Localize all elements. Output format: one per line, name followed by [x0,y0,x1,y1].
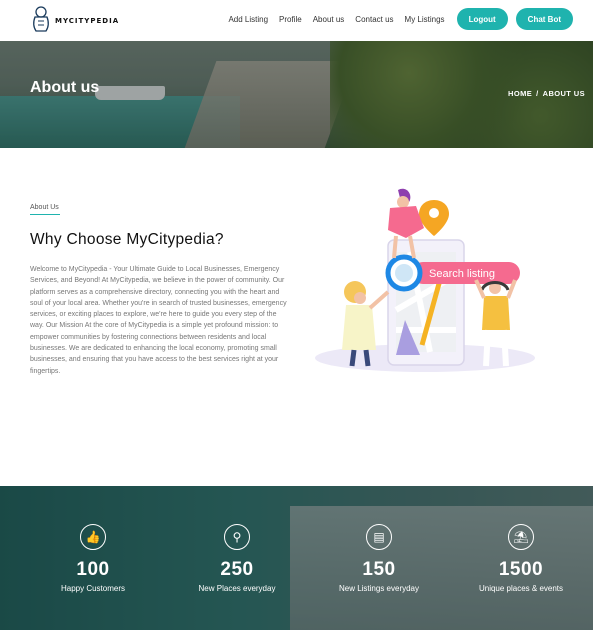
section-label-underline [30,214,60,215]
palm-tree-icon: ⛱ [508,524,534,550]
map-pin-icon: ⚲ [224,524,250,550]
search-listing-illustration: Search listing [315,188,535,372]
page-title: About us [30,79,100,96]
stat-value: 150 [362,559,396,580]
stat-unique-places: ⛱ 1500 Unique places & events [451,524,591,593]
nav-menu: Add Listing Profile About us Contact us … [217,8,573,30]
nav-contact-us[interactable]: Contact us [355,15,393,24]
chat-bot-button[interactable]: Chat Bot [515,8,573,30]
about-body-text: Welcome to MyCitypedia - Your Ultimate G… [30,266,287,375]
stat-new-listings: ▤ 150 New Listings everyday [309,524,449,593]
book-icon: ▤ [366,524,392,550]
logout-button[interactable]: Logout [456,8,508,30]
thumbs-up-icon: 👍 [80,524,106,550]
about-heading: Why Choose MyCitypedia? [30,231,224,248]
stat-label: New Places everyday [198,584,276,593]
stat-value: 1500 [498,559,544,580]
nav-add-listing[interactable]: Add Listing [228,15,268,24]
breadcrumb: HOME / ABOUT US [508,89,585,98]
illustration-search-label: Search listing [429,268,495,280]
logo[interactable]: MYCITYPEDIA [30,5,119,33]
breadcrumb-home[interactable]: HOME [508,89,532,98]
section-label: About Us [30,204,59,211]
stat-happy-customers: 👍 100 Happy Customers [23,524,163,593]
navbar: MYCITYPEDIA Add Listing Profile About us… [0,0,593,40]
nav-my-listings[interactable]: My Listings [405,15,445,24]
stat-label: Happy Customers [60,584,126,593]
stat-new-places: ⚲ 250 New Places everyday [167,524,307,593]
stat-label: Unique places & events [478,584,564,593]
hero-banner: About us HOME / ABOUT US [0,41,593,148]
logo-mascot-icon [33,6,49,32]
nav-about-us[interactable]: About us [313,15,345,24]
stat-value: 250 [220,559,254,580]
nav-profile[interactable]: Profile [279,15,302,24]
stat-value: 100 [76,559,110,580]
breadcrumb-current: ABOUT US [542,89,585,98]
brand-name: MYCITYPEDIA [55,17,120,25]
breadcrumb-separator: / [536,89,539,98]
stat-label: New Listings everyday [338,584,420,593]
